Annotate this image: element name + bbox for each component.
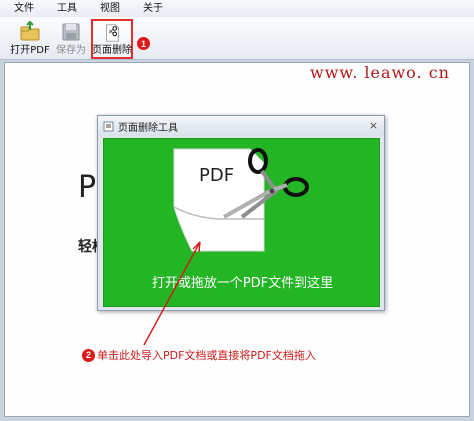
close-icon[interactable]: × bbox=[367, 119, 380, 132]
pdf-drop-zone[interactable]: PDF 打开或拖放一个PDF文件到这里 bbox=[103, 138, 380, 307]
save-disk-icon bbox=[62, 23, 80, 41]
pdf-scissors-icon bbox=[173, 148, 309, 252]
page-delete-label: 页面删除 bbox=[92, 45, 132, 56]
menu-file[interactable]: 文件 bbox=[0, 0, 43, 17]
menu-view[interactable]: 视图 bbox=[86, 0, 129, 17]
step-2-text: 单击此处导入PDF文档或直接将PDF文档拖入 bbox=[97, 349, 316, 362]
page-delete-button[interactable]: 页面删除 bbox=[91, 19, 133, 59]
watermark-text: www. leawo. cn bbox=[310, 63, 450, 82]
step-2-annotation: 2 单击此处导入PDF文档或直接将PDF文档拖入 bbox=[82, 347, 316, 363]
save-as-button[interactable]: 保存为 bbox=[50, 19, 92, 59]
dialog-titlebar[interactable]: 页面删除工具 bbox=[98, 116, 384, 136]
pdf-doc-label: PDF bbox=[199, 165, 235, 186]
step-1-badge: 1 bbox=[137, 37, 150, 50]
dialog-app-icon bbox=[103, 121, 114, 131]
menu-bar: 文件 工具 视图 关于 bbox=[0, 0, 474, 17]
menu-about[interactable]: 关于 bbox=[129, 0, 172, 17]
save-as-label: 保存为 bbox=[56, 45, 86, 56]
dialog-title: 页面删除工具 bbox=[118, 122, 178, 134]
open-pdf-button[interactable]: 打开PDF bbox=[9, 19, 51, 59]
scissors-page-icon bbox=[106, 24, 119, 42]
toolbar: 打开PDF 保存为 页面删除 1 bbox=[0, 17, 474, 60]
step-2-badge: 2 bbox=[82, 348, 95, 362]
open-pdf-label: 打开PDF bbox=[10, 45, 50, 56]
drop-instruction: 打开或拖放一个PDF文件到这里 bbox=[151, 276, 334, 291]
menu-tools[interactable]: 工具 bbox=[43, 0, 86, 17]
page-delete-dialog: 页面删除工具 × PDF 打开或拖放一个PDF文件到这里 bbox=[97, 115, 385, 311]
open-folder-icon bbox=[20, 21, 40, 41]
